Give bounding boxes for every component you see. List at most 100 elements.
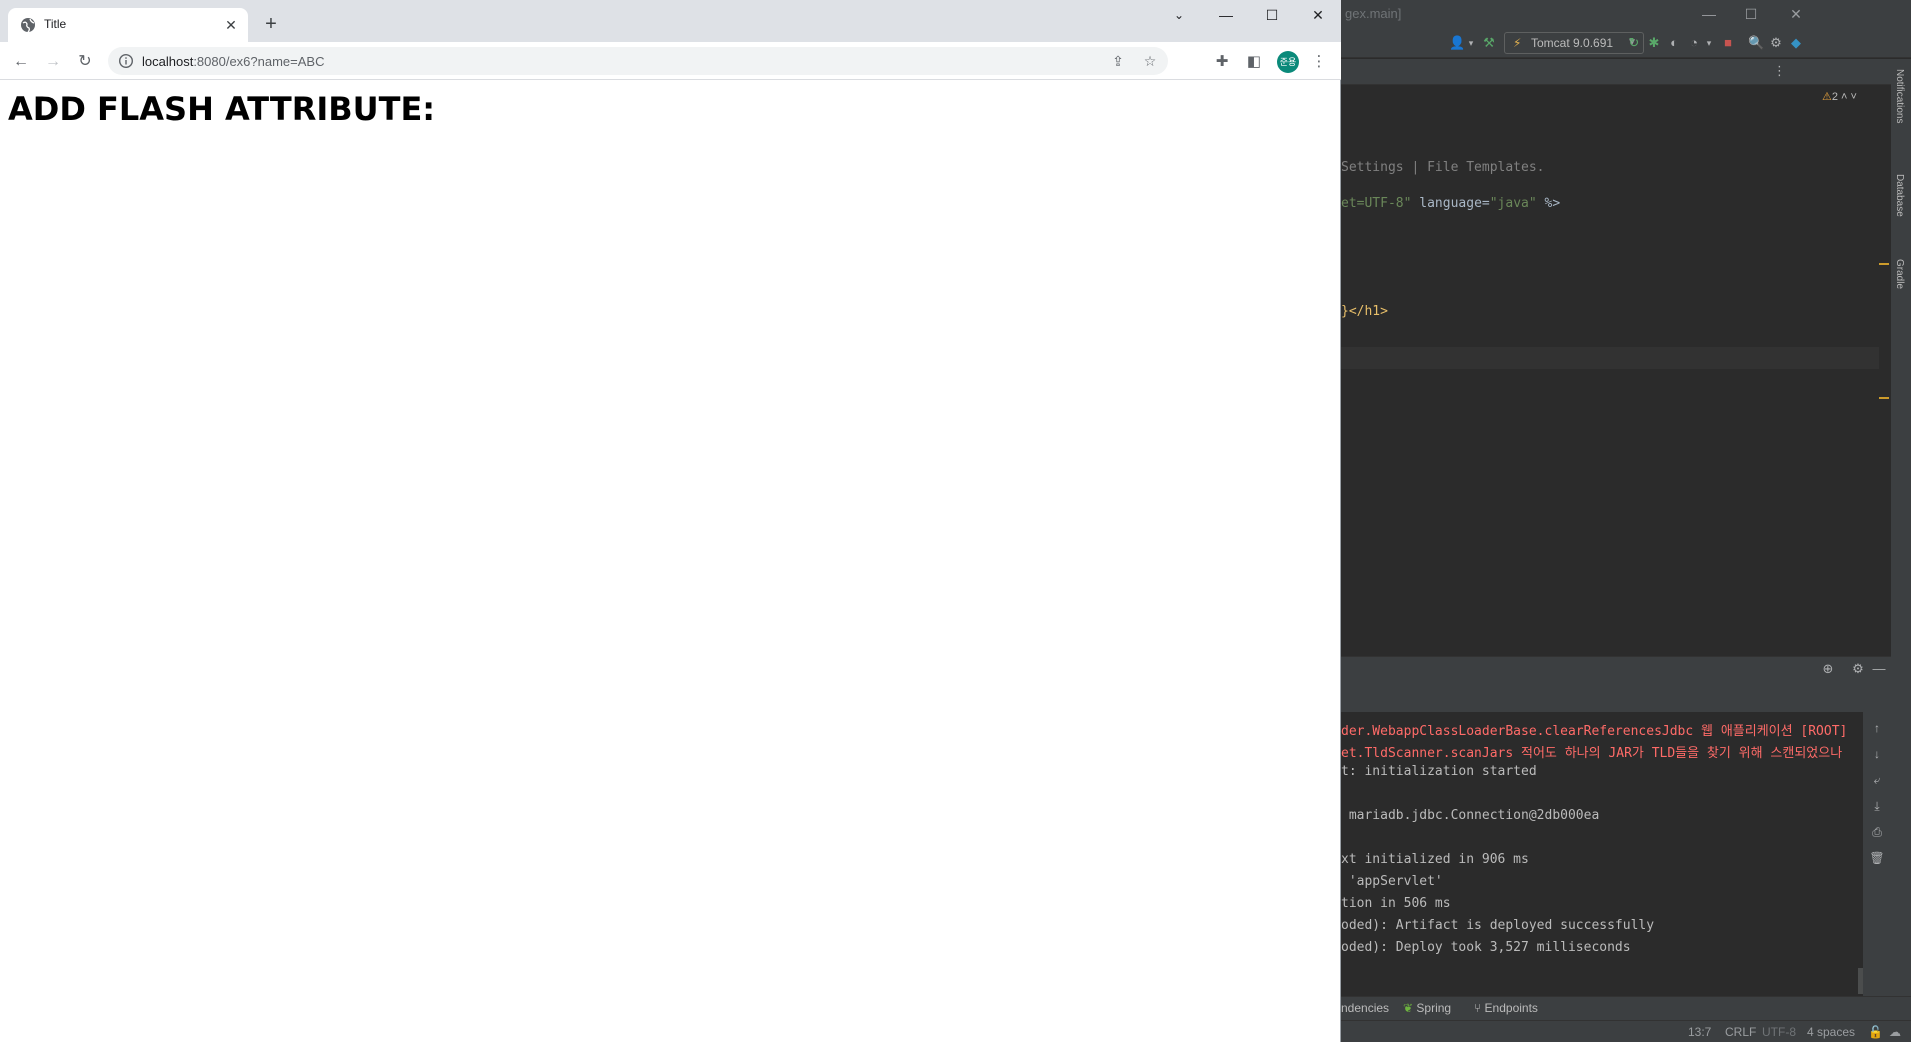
ide-right-sidebar: Notifications Database Gradle [1891,59,1911,1019]
console-line: oded): Deploy took 3,527 milliseconds [1341,940,1631,955]
warnings-indicator[interactable]: ⚠2 ˄ ˅ [1822,90,1857,103]
debug-icon[interactable]: ✱ [1646,35,1662,51]
tab-search-chevron-icon[interactable]: ⌄ [1156,0,1202,30]
globe-icon [21,18,35,33]
spring-icon: ❦ [1403,1001,1414,1015]
user-dropdown-icon[interactable]: ▾ [1463,35,1479,51]
browser-menu-icon[interactable]: ⋮ [1309,52,1329,72]
lock-icon[interactable]: 🔓 [1868,1025,1883,1039]
console-line: t: initialization started [1341,764,1537,779]
sidebar-tab-notifications[interactable]: Notifications [1894,69,1905,123]
ide-toolbar: 👤 ▾ ⚒ ⚡ Tomcat 9.0.691 ▼ ↻ ✱ ◐ ◔ ▾ ■ 🔍 ⚙… [1341,28,1911,58]
coverage-icon[interactable]: ◐ [1666,35,1682,51]
url-host: localhost [142,54,194,69]
tomcat-icon: ⚡ [1513,36,1522,50]
tab-close-icon[interactable]: ✕ [222,16,240,34]
ide-close-button[interactable]: ✕ [1786,4,1806,24]
scroll-up-icon[interactable]: ↑ [1869,720,1885,736]
console-line: mariadb.jdbc.Connection@2db000ea [1341,808,1600,823]
url-path: :8080/ex6?name=ABC [193,54,325,69]
maximize-button[interactable]: ☐ [1249,0,1295,30]
editor-line-1: Settings | File Templates. [1341,160,1545,175]
current-line-highlight [1341,347,1879,369]
browser-toolbar: ← → ↻ localhost:8080/ex6?name=ABC ☆ ⇪ ✚ … [0,42,1341,80]
print-icon[interactable]: ⎙ [1869,824,1885,840]
editor-line-3: }</h1> [1341,304,1388,319]
site-info-icon[interactable] [118,53,134,69]
console-output[interactable]: der.WebappClassLoaderBase.clearReference… [1341,712,1863,996]
browser-tab-strip: Title ✕ + ⌄ — ☐ ✕ [0,0,1341,42]
trash-icon[interactable]: 🗑 [1869,850,1885,866]
more-run-dropdown-icon[interactable]: ▾ [1701,35,1717,51]
target-icon[interactable]: ⊕ [1820,661,1836,677]
bookmark-star-icon[interactable]: ☆ [1142,53,1158,69]
warning-marker[interactable] [1879,263,1889,265]
sidebar-tab-gradle[interactable]: Gradle [1894,259,1905,289]
page-content: ADD FLASH ATTRIBUTE: [0,81,1340,1042]
console-line: et.TldScanner.scanJars 적어도 하나의 JAR가 TLD들… [1341,746,1843,761]
url-text: localhost:8080/ex6?name=ABC [142,54,325,69]
scroll-down-icon[interactable]: ↓ [1869,746,1885,762]
ide-minimize-button[interactable]: — [1699,4,1719,24]
minimize-button[interactable]: — [1203,0,1249,30]
reload-icon[interactable]: ↻ [74,51,96,73]
endpoints-icon: ⑂ [1474,1001,1482,1015]
console-line: 'appServlet' [1341,874,1443,889]
console-toolbar: ↑ ↓ ⤶ ⤓ ⎙ 🗑 [1863,712,1891,996]
ide-window: gex.main] — ☐ ✕ 👤 ▾ ⚒ ⚡ Tomcat 9.0.691 ▼… [1341,0,1911,1042]
browser-window: Title ✕ + ⌄ — ☐ ✕ ← → ↻ localhost:8080/e… [0,0,1341,1042]
soft-wrap-icon[interactable]: ⤶ [1869,772,1885,788]
tab-title: Title [44,17,67,31]
services-subheader [1341,680,1891,712]
extensions-puzzle-icon[interactable]: ✚ [1212,52,1232,72]
ide-title: gex.main] [1345,6,1402,21]
forward-arrow-icon[interactable]: → [42,51,64,73]
caret-position[interactable]: 13:7 [1688,1025,1711,1039]
console-line: oded): Artifact is deployed successfully [1341,918,1655,933]
ide-tool-window-bar: ndencies ❦ Spring ⑂ Endpoints [1341,996,1911,1020]
scroll-to-end-icon[interactable]: ⤓ [1869,798,1885,814]
desktop: gex.main] — ☐ ✕ 👤 ▾ ⚒ ⚡ Tomcat 9.0.691 ▼… [0,0,1911,1042]
console-line: tion in 506 ms [1341,896,1451,911]
services-panel-header: ⊕ ⚙ — [1341,656,1891,680]
warning-icon: ⚠ [1822,91,1832,103]
file-encoding[interactable]: UTF-8 [1762,1025,1796,1039]
rerun-icon[interactable]: ↻ [1626,35,1642,51]
address-bar[interactable]: localhost:8080/ex6?name=ABC ☆ ⇪ [108,47,1168,75]
run-config-label: Tomcat 9.0.691 [1531,36,1614,50]
code-editor[interactable]: Settings | File Templates. et=UTF-8" lan… [1341,86,1879,630]
build-hammer-icon[interactable]: ⚒ [1481,35,1497,51]
warning-marker[interactable] [1879,397,1889,399]
back-arrow-icon[interactable]: ← [10,51,32,73]
console-line: der.WebappClassLoaderBase.clearReference… [1341,724,1848,739]
line-separator[interactable]: CRLF [1725,1025,1756,1039]
profile-avatar[interactable]: 준용 [1277,51,1299,73]
settings-gear-icon[interactable]: ⚙ [1768,35,1784,51]
tool-tab-dependencies[interactable]: ndencies [1341,1001,1389,1015]
close-window-button[interactable]: ✕ [1295,0,1341,30]
run-config-select[interactable]: ⚡ Tomcat 9.0.691 ▼ [1504,32,1644,54]
search-icon[interactable]: 🔍 [1748,35,1764,51]
side-panel-icon[interactable]: ◧ [1244,52,1264,72]
hide-panel-icon[interactable]: — [1871,661,1887,677]
indent-setting[interactable]: 4 spaces [1807,1025,1855,1039]
page-heading: ADD FLASH ATTRIBUTE: [8,90,436,128]
browser-tab[interactable]: Title ✕ [8,8,248,42]
share-icon[interactable]: ⇪ [1110,53,1126,69]
editor-error-stripe [1879,86,1891,630]
more-tabs-icon[interactable]: ⋮ [1773,63,1786,79]
tool-tab-spring[interactable]: ❦ Spring [1403,1001,1451,1015]
sidebar-tab-database[interactable]: Database [1894,174,1905,217]
notifications-icon[interactable]: ☁ [1889,1025,1901,1039]
ide-maximize-button[interactable]: ☐ [1741,4,1761,24]
jetbrains-icon[interactable]: ◆ [1788,35,1804,51]
console-line: xt initialized in 906 ms [1341,852,1529,867]
ide-titlebar: gex.main] — ☐ ✕ [1341,0,1911,28]
editor-line-2: et=UTF-8" language="java" %> [1341,196,1561,211]
tool-tab-endpoints[interactable]: ⑂ Endpoints [1474,1001,1538,1015]
profile-icon[interactable]: ◔ [1686,35,1702,51]
panel-settings-icon[interactable]: ⚙ [1850,661,1866,677]
ide-status-bar: 13:7 CRLF UTF-8 4 spaces 🔓 ☁ [1341,1020,1911,1042]
stop-icon[interactable]: ■ [1720,35,1736,51]
new-tab-plus-icon[interactable]: + [260,14,282,36]
